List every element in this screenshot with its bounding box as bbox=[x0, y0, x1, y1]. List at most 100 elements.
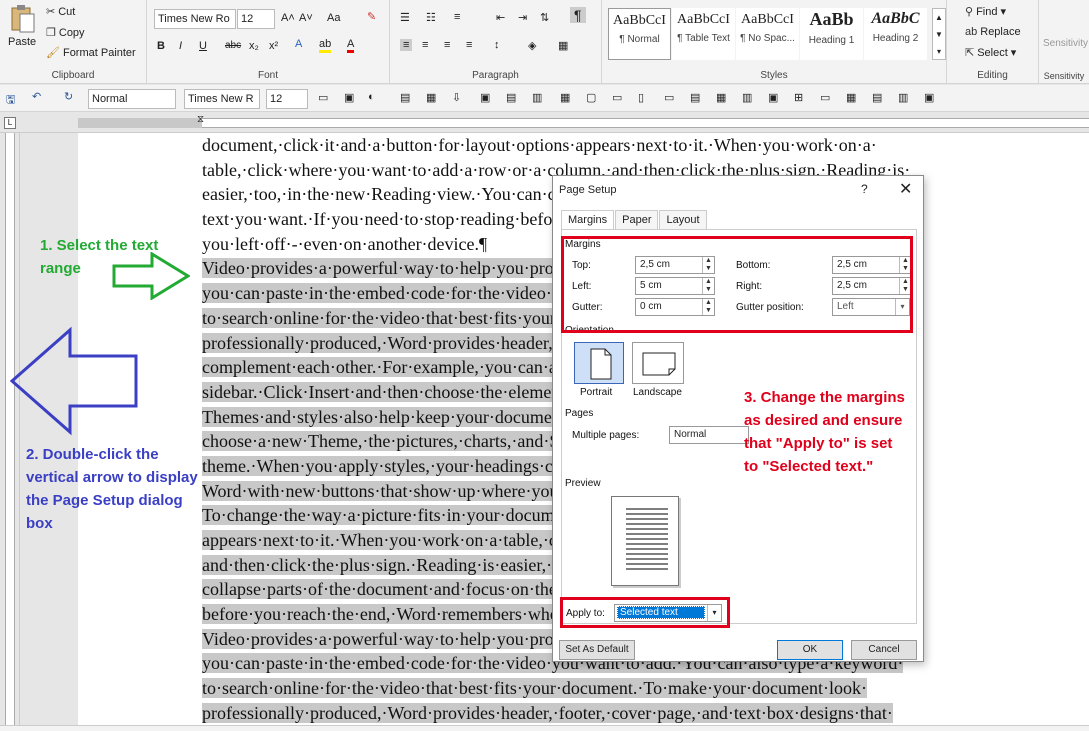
subscript-button[interactable]: x₂ bbox=[249, 40, 259, 52]
highlight-icon[interactable]: ab bbox=[319, 38, 332, 53]
toolbar-icon-14[interactable]: ▭ bbox=[664, 91, 674, 104]
font-family-select[interactable]: Times New Ro bbox=[154, 9, 236, 29]
borders-icon[interactable]: ▦ bbox=[558, 39, 568, 52]
qat-font-select[interactable]: Times New R bbox=[184, 89, 260, 109]
tab-layout[interactable]: Layout bbox=[659, 210, 707, 230]
toolbar-icon-17[interactable]: ▥ bbox=[742, 91, 752, 104]
replace-button[interactable]: ab Replace bbox=[965, 26, 1021, 38]
toolbar-icon-11[interactable]: ▢ bbox=[586, 91, 596, 104]
ok-button[interactable]: OK bbox=[777, 640, 843, 660]
decrease-indent-icon[interactable]: ⇤ bbox=[496, 11, 505, 24]
cancel-button[interactable]: Cancel bbox=[851, 640, 917, 660]
multilevel-icon[interactable]: ≡ bbox=[454, 11, 460, 23]
toolbar-icon-21[interactable]: ▦ bbox=[846, 91, 856, 104]
style-select[interactable]: Normal bbox=[88, 89, 176, 109]
help-button[interactable]: ? bbox=[861, 182, 868, 196]
toolbar-icon-18[interactable]: ▣ bbox=[768, 91, 778, 104]
toolbar-icon-7[interactable]: ▣ bbox=[480, 91, 490, 104]
align-left-icon[interactable]: ≡ bbox=[400, 39, 413, 51]
horizontal-ruler[interactable]: L ⧖ bbox=[0, 113, 1089, 133]
align-center-icon[interactable]: ≡ bbox=[422, 39, 428, 51]
indent-marker-icon[interactable]: ⧖ bbox=[197, 114, 204, 125]
landscape-label[interactable]: Landscape bbox=[633, 387, 682, 398]
toolbar-icon-9[interactable]: ▥ bbox=[532, 91, 542, 104]
shrink-font-button[interactable]: A˅ bbox=[299, 12, 313, 24]
document-line[interactable]: document,·click·it·and·a·button·for·layo… bbox=[202, 133, 1032, 158]
toolbar-icon-10[interactable]: ▦ bbox=[560, 91, 570, 104]
tab-margins[interactable]: Margins bbox=[561, 210, 615, 230]
justify-icon[interactable]: ≡ bbox=[466, 39, 472, 51]
styles-scroll[interactable]: ▲ ▼ ▾ bbox=[932, 8, 946, 60]
toolbar-icon-23[interactable]: ▥ bbox=[898, 91, 908, 104]
landscape-option[interactable] bbox=[632, 342, 684, 384]
shading-icon[interactable]: ◈ bbox=[528, 39, 536, 52]
toolbar-icon-15[interactable]: ▤ bbox=[690, 91, 700, 104]
italic-button[interactable]: I bbox=[179, 40, 182, 52]
toolbar-icon-2[interactable]: ▣ bbox=[344, 91, 354, 104]
style-sample: AaBbC bbox=[871, 10, 920, 27]
style-name: ¶ Table Text bbox=[677, 33, 730, 44]
paste-button[interactable]: Paste bbox=[8, 4, 36, 48]
editing-group: ⚲ Find ▾ ab Replace ⇱ Select ▾ Editing bbox=[947, 0, 1039, 84]
sensitivity-button[interactable]: Sensitivity bbox=[1043, 38, 1088, 49]
toolbar-icon-24[interactable]: ▣ bbox=[924, 91, 934, 104]
copy-label: Copy bbox=[58, 26, 85, 39]
toolbar-icon-5[interactable]: ▦ bbox=[426, 91, 436, 104]
close-button[interactable]: ✕ bbox=[899, 179, 912, 199]
toolbar-icon-4[interactable]: ▤ bbox=[400, 91, 410, 104]
style-normal[interactable]: AaBbCcI ¶ Normal bbox=[608, 8, 671, 60]
toolbar-icon-6[interactable]: ⇩ bbox=[452, 91, 461, 104]
toolbar-icon-20[interactable]: ▭ bbox=[820, 91, 830, 104]
find-button[interactable]: ⚲ Find ▾ bbox=[965, 5, 1006, 19]
toolbar-icon-22[interactable]: ▤ bbox=[872, 91, 882, 104]
style-no-spacing[interactable]: AaBbCcI ¶ No Spac... bbox=[736, 8, 799, 60]
toolbar-icon-8[interactable]: ▤ bbox=[506, 91, 516, 104]
font-size-select[interactable]: 12 bbox=[237, 9, 275, 29]
clear-format-icon[interactable]: ✎ bbox=[367, 10, 376, 23]
select-button[interactable]: ⇱ Select ▾ bbox=[965, 46, 1016, 60]
sensitivity-group: Sensitivity Sensitivity bbox=[1039, 0, 1089, 84]
change-case-button[interactable]: Aa bbox=[327, 12, 340, 24]
portrait-option[interactable] bbox=[574, 342, 624, 384]
replace-label: Replace bbox=[980, 26, 1021, 38]
numbering-icon[interactable]: ☷ bbox=[426, 11, 436, 24]
style-table-text[interactable]: AaBbCcI ¶ Table Text bbox=[672, 8, 735, 60]
format-painter-button[interactable]: 🖌 Format Painter bbox=[46, 46, 136, 60]
toolbar-icon-16[interactable]: ▦ bbox=[716, 91, 726, 104]
redo-icon[interactable]: ↻ bbox=[64, 90, 73, 103]
strikethrough-button[interactable]: abc bbox=[225, 40, 241, 51]
grow-font-button[interactable]: A˄ bbox=[281, 12, 295, 24]
style-name: Heading 2 bbox=[872, 33, 919, 44]
line-spacing-icon[interactable]: ↕ bbox=[494, 39, 500, 51]
align-right-icon[interactable]: ≡ bbox=[444, 39, 450, 51]
undo-icon[interactable]: ↶ bbox=[32, 90, 41, 103]
portrait-label[interactable]: Portrait bbox=[580, 387, 612, 398]
tab-selector[interactable]: L bbox=[4, 117, 16, 129]
copy-button[interactable]: ❐ Copy bbox=[46, 26, 85, 40]
toolbar-icon-12[interactable]: ▭ bbox=[612, 91, 622, 104]
text-effects-icon[interactable]: A bbox=[295, 38, 302, 50]
superscript-button[interactable]: x² bbox=[269, 40, 278, 52]
style-heading-2[interactable]: AaBbC Heading 2 bbox=[864, 8, 927, 60]
sort-icon[interactable]: ⇅ bbox=[540, 11, 549, 24]
qat-size-select[interactable]: 12 bbox=[266, 89, 308, 109]
copy-icon: ❐ bbox=[46, 27, 56, 39]
document-line[interactable]: professionally·produced,·Word·provides·h… bbox=[202, 701, 1032, 725]
toolbar-icon-1[interactable]: ▭ bbox=[318, 91, 328, 104]
font-color-icon[interactable]: A bbox=[347, 38, 355, 53]
toolbar-icon-19[interactable]: ⊞ bbox=[794, 91, 803, 104]
increase-indent-icon[interactable]: ⇥ bbox=[518, 11, 527, 24]
bold-button[interactable]: B bbox=[157, 40, 165, 52]
toolbar-icon-3[interactable]: ◐ bbox=[368, 91, 375, 103]
show-formatting-button[interactable]: ¶ bbox=[570, 7, 586, 23]
save-icon[interactable]: 🖫 bbox=[6, 91, 15, 110]
document-line[interactable]: to·search·online·for·the·video·that·best… bbox=[202, 676, 1032, 701]
cut-button[interactable]: ✂ Cut bbox=[46, 5, 75, 19]
toolbar-icon-13[interactable]: ▯ bbox=[638, 91, 644, 104]
multiple-pages-select[interactable]: Normal bbox=[669, 426, 749, 444]
underline-button[interactable]: U bbox=[199, 40, 207, 52]
style-heading-1[interactable]: AaBb Heading 1 bbox=[800, 8, 863, 60]
tab-paper[interactable]: Paper bbox=[615, 210, 659, 230]
bullets-icon[interactable]: ☰ bbox=[400, 11, 410, 24]
set-as-default-button[interactable]: Set As Default bbox=[559, 640, 635, 660]
